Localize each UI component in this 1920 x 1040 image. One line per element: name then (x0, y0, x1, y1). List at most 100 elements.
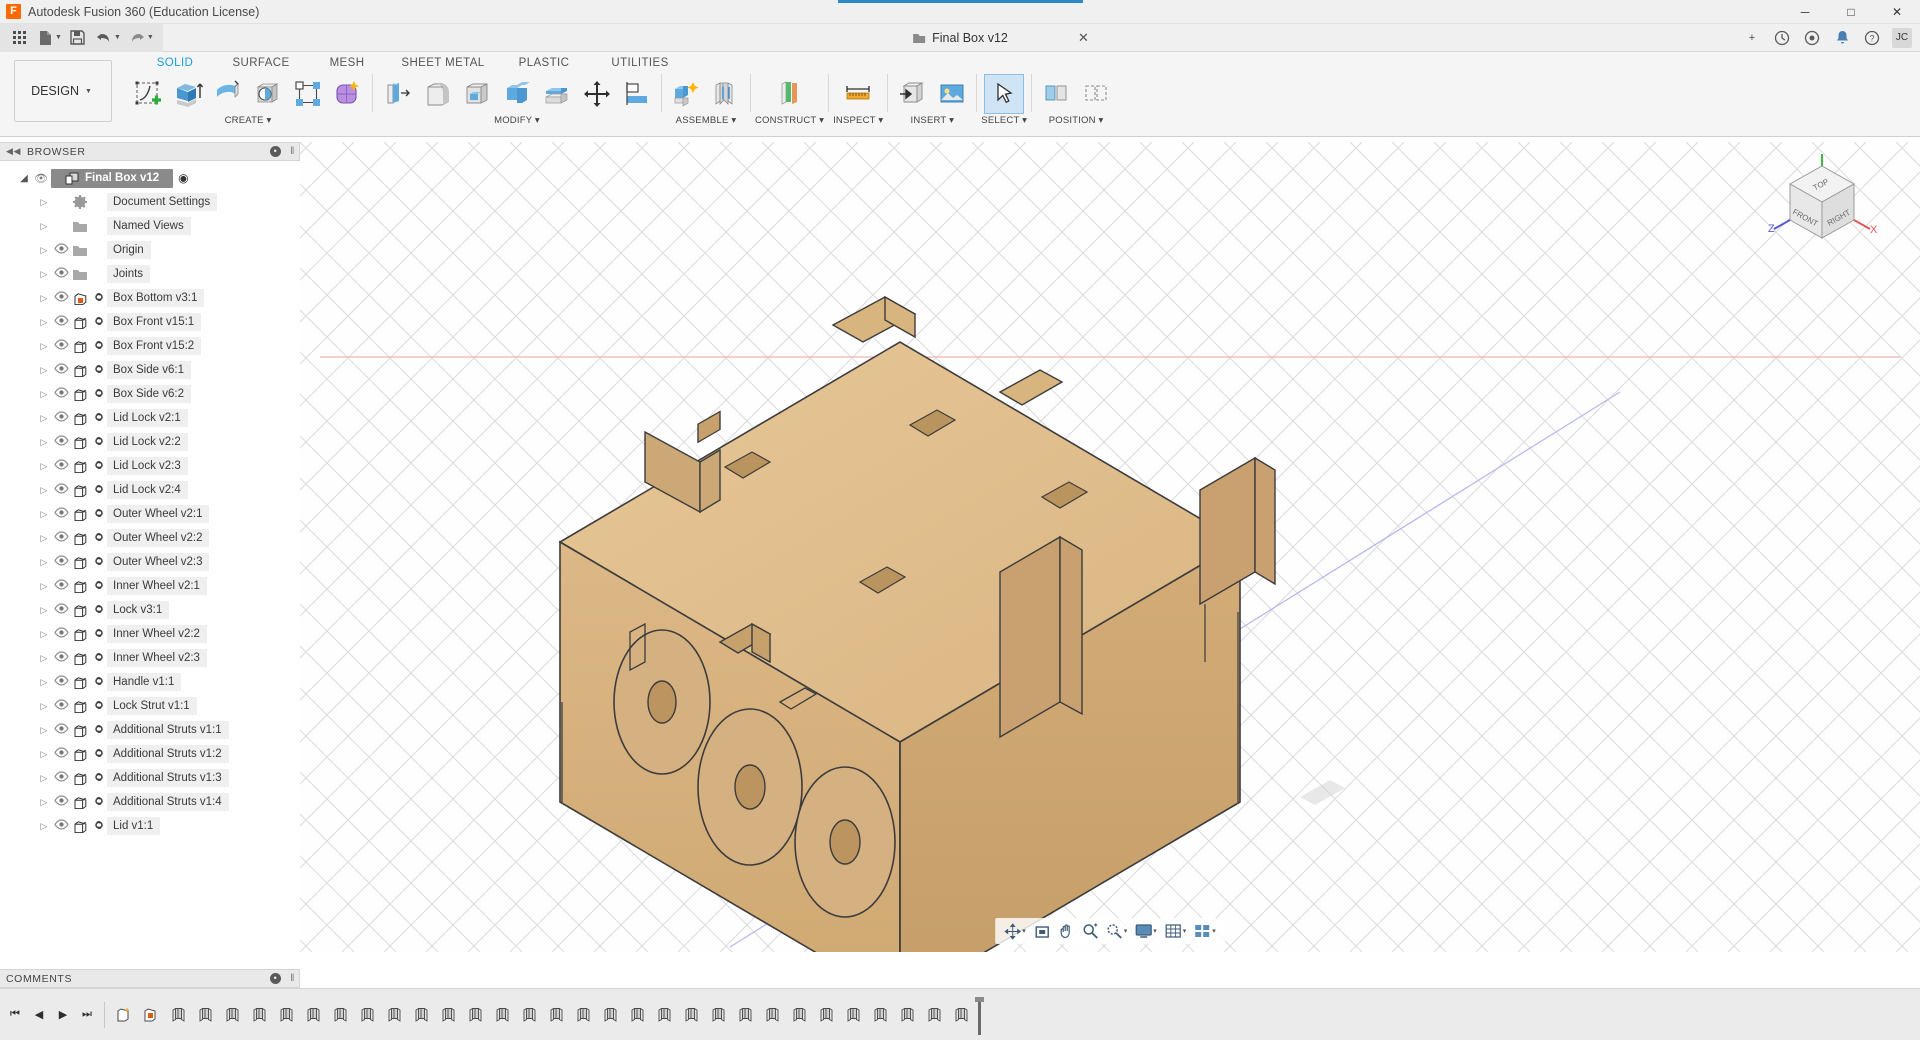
expand-arrow-icon[interactable]: ▷ (37, 557, 51, 568)
timeline-feature-6[interactable] (246, 1000, 273, 1030)
browser-item-box-side-v6-2[interactable]: ▷ Box Side v6:2 (0, 382, 300, 406)
browser-item-lid-lock-v2-3[interactable]: ▷ Lid Lock v2:3 (0, 454, 300, 478)
group-label-assemble[interactable]: ASSEMBLE ▾ (676, 115, 737, 126)
canvas-3d-viewport[interactable]: TOP FRONT RIGHT Z X ▾ ▾ ▾ ▾ ▾ (300, 142, 1920, 952)
timeline-feature-11[interactable] (381, 1000, 408, 1030)
save-icon[interactable] (65, 26, 91, 50)
browser-item-additional-struts-v1-3[interactable]: ▷ Additional Struts v1:3 (0, 766, 300, 790)
visibility-eye-icon[interactable] (51, 411, 71, 425)
expand-arrow-icon[interactable]: ▷ (37, 437, 51, 448)
visibility-eye-icon[interactable] (51, 555, 71, 569)
expand-arrow-icon[interactable]: ▷ (37, 725, 51, 736)
group-label-position[interactable]: POSITION ▾ (1049, 115, 1104, 126)
visibility-eye-icon[interactable] (51, 699, 71, 713)
timeline-feature-24[interactable] (732, 1000, 759, 1030)
select-button[interactable] (984, 74, 1025, 114)
timeline-begin-button[interactable]: ⏮ (4, 1002, 26, 1028)
zoom-window-caret-icon[interactable]: ▾ (1124, 927, 1128, 935)
document-tab[interactable]: Final Box v12 (912, 31, 1008, 45)
expand-arrow-icon[interactable]: ▷ (37, 245, 51, 256)
browser-item-lid-lock-v2-1[interactable]: ▷ Lid Lock v2:1 (0, 406, 300, 430)
browser-pin-icon[interactable]: • (270, 146, 281, 157)
browser-item-inner-wheel-v2-3[interactable]: ▷ Inner Wheel v2:3 (0, 646, 300, 670)
close-button[interactable]: ✕ (1874, 0, 1920, 24)
timeline-feature-19[interactable] (597, 1000, 624, 1030)
timeline-end-button[interactable]: ⏭ (76, 1002, 98, 1028)
offset-face-button[interactable] (537, 74, 577, 114)
timeline-feature-4[interactable] (192, 1000, 219, 1030)
maximize-button[interactable]: □ (1828, 0, 1874, 24)
browser-item-box-bottom-v3-1[interactable]: ▷ Box Bottom v3:1 (0, 286, 300, 310)
add-tab-icon[interactable]: + (1742, 28, 1762, 48)
fillet-button[interactable] (417, 74, 457, 114)
visibility-eye-icon[interactable] (51, 507, 71, 521)
browser-item-box-side-v6-1[interactable]: ▷ Box Side v6:1 (0, 358, 300, 382)
look-at-icon[interactable] (1031, 921, 1053, 941)
timeline-feature-22[interactable] (678, 1000, 705, 1030)
tab-sheet-metal[interactable]: SHEET METAL (390, 57, 496, 69)
pan-icon[interactable] (1055, 921, 1077, 941)
expand-arrow-icon[interactable]: ▷ (37, 317, 51, 328)
expand-arrow-icon[interactable]: ▷ (37, 581, 51, 592)
decal-button[interactable] (932, 74, 972, 114)
timeline-feature-8[interactable] (300, 1000, 327, 1030)
timeline-prev-button[interactable]: ◀ (28, 1002, 50, 1028)
visibility-eye-icon[interactable] (51, 339, 71, 353)
rectangular-pattern-button[interactable] (288, 74, 328, 114)
browser-item-additional-struts-v1-1[interactable]: ▷ Additional Struts v1:1 (0, 718, 300, 742)
job-status-icon[interactable] (1772, 28, 1792, 48)
visibility-eye-icon[interactable] (51, 483, 71, 497)
grid-snaps-caret-icon[interactable]: ▾ (1183, 927, 1187, 935)
expand-arrow-icon[interactable]: ▷ (37, 773, 51, 784)
group-label-construct[interactable]: CONSTRUCT ▾ (755, 115, 824, 126)
orbit-caret-icon[interactable]: ▾ (1022, 927, 1026, 935)
offset-plane-button[interactable] (770, 74, 810, 114)
move-copy-button[interactable] (577, 74, 617, 114)
timeline-feature-16[interactable] (516, 1000, 543, 1030)
document-tab-close-icon[interactable]: ✕ (1078, 30, 1089, 46)
visibility-eye-icon[interactable]: 👁 (31, 172, 51, 185)
browser-item-additional-struts-v1-4[interactable]: ▷ Additional Struts v1:4 (0, 790, 300, 814)
visibility-eye-icon[interactable] (51, 819, 71, 833)
position-button[interactable] (1036, 74, 1076, 114)
expand-arrow-icon[interactable]: ▷ (37, 509, 51, 520)
display-settings-icon[interactable] (1132, 921, 1154, 941)
align-button[interactable] (617, 74, 657, 114)
display-settings-caret-icon[interactable]: ▾ (1153, 927, 1157, 935)
group-label-create[interactable]: CREATE ▾ (225, 115, 272, 126)
browser-item-box-front-v15-2[interactable]: ▷ Box Front v15:2 (0, 334, 300, 358)
timeline-feature-10[interactable] (354, 1000, 381, 1030)
timeline-feature-28[interactable] (840, 1000, 867, 1030)
expand-arrow-icon[interactable]: ▷ (37, 821, 51, 832)
undo-caret-icon[interactable]: ▼ (114, 34, 121, 41)
timeline-feature-14[interactable] (462, 1000, 489, 1030)
timeline-feature-5[interactable] (219, 1000, 246, 1030)
viewports-caret-icon[interactable]: ▾ (1212, 927, 1216, 935)
browser-item-lid-v1-1[interactable]: ▷ Lid v1:1 (0, 814, 300, 838)
timeline-feature-21[interactable] (651, 1000, 678, 1030)
timeline-feature-17[interactable] (543, 1000, 570, 1030)
help-icon[interactable]: ? (1862, 28, 1882, 48)
browser-grip-icon[interactable]: ‖ (290, 146, 295, 157)
timeline-play-button[interactable]: ▶ (52, 1002, 74, 1028)
create-sketch-button[interactable] (128, 74, 168, 114)
expand-arrow-icon[interactable]: ▷ (37, 653, 51, 664)
expand-arrow-icon[interactable]: ▷ (37, 269, 51, 280)
timeline-feature-23[interactable] (705, 1000, 732, 1030)
visibility-eye-icon[interactable] (51, 291, 71, 305)
sweep-button[interactable] (248, 74, 288, 114)
group-label-select[interactable]: SELECT ▾ (981, 115, 1027, 126)
expand-arrow-icon[interactable]: ▷ (37, 701, 51, 712)
expand-arrow-icon[interactable]: ▷ (37, 365, 51, 376)
timeline-feature-7[interactable] (273, 1000, 300, 1030)
insert-derive-button[interactable] (892, 74, 932, 114)
browser-item-outer-wheel-v2-3[interactable]: ▷ Outer Wheel v2:3 (0, 550, 300, 574)
shell-button[interactable] (457, 74, 497, 114)
expand-arrow-icon[interactable]: ▷ (37, 413, 51, 424)
browser-item-box-front-v15-1[interactable]: ▷ Box Front v15:1 (0, 310, 300, 334)
browser-item-origin[interactable]: ▷ Origin (0, 238, 300, 262)
visibility-eye-icon[interactable] (51, 675, 71, 689)
create-form-button[interactable] (328, 74, 368, 114)
tab-solid[interactable]: SOLID (132, 57, 218, 69)
timeline-feature-2[interactable] (138, 1000, 165, 1030)
